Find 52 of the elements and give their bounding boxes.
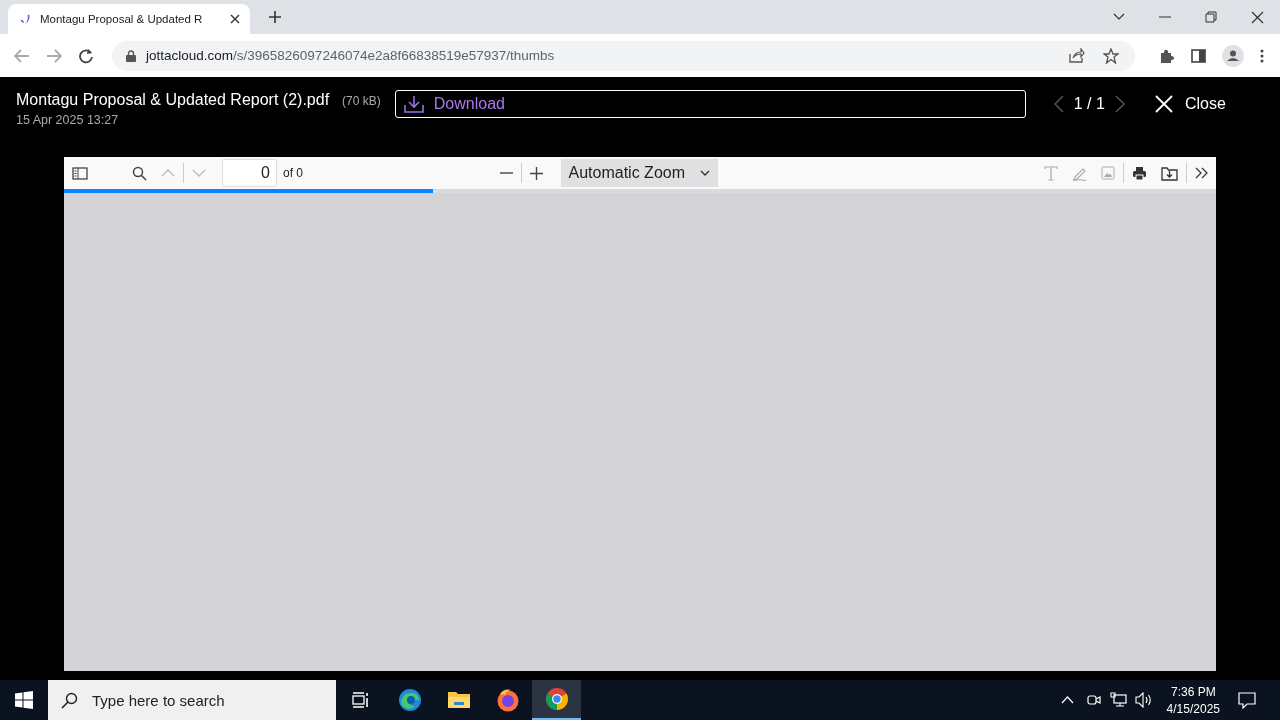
network-icon[interactable]: [1109, 692, 1127, 708]
windows-logo-icon[interactable]: [15, 691, 33, 709]
close-icon[interactable]: [1251, 10, 1264, 24]
close-icon[interactable]: [230, 14, 240, 24]
chrome-icon: [544, 687, 569, 711]
folder-icon: [446, 690, 471, 710]
restore-icon[interactable]: [1205, 11, 1217, 23]
logo-icon: [18, 12, 32, 26]
side-panel-icon[interactable]: [1191, 48, 1206, 63]
camera-icon[interactable]: [1085, 692, 1102, 708]
puzzle-icon[interactable]: [1159, 47, 1175, 64]
notification-icon[interactable]: [1238, 691, 1256, 709]
taskbar-app[interactable]: [532, 680, 581, 720]
double-chevron-icon[interactable]: [1195, 167, 1208, 179]
chevron-down-icon[interactable]: [1113, 13, 1125, 21]
zoom-in-icon[interactable]: [529, 166, 543, 180]
new-tab-icon[interactable]: [268, 10, 282, 24]
tab-title: Montagu Proposal & Updated R: [40, 13, 204, 25]
download-icon: [403, 95, 424, 113]
star-icon[interactable]: [1103, 47, 1119, 64]
file-date: 15 Apr 2025 13:27: [16, 113, 120, 127]
download-button[interactable]: Download: [394, 90, 1026, 118]
edge-browser-icon: [397, 688, 422, 712]
search-icon[interactable]: [132, 165, 147, 181]
file-name: Montagu Proposal & Updated Report (2).pdf: [16, 91, 330, 109]
menu-icon[interactable]: [1260, 48, 1264, 63]
save-icon[interactable]: [1161, 165, 1178, 181]
avatar-icon[interactable]: [1222, 44, 1244, 67]
search-icon: [61, 691, 78, 709]
chevron-down-icon: [699, 170, 710, 176]
share-icon[interactable]: [1069, 48, 1085, 63]
reload-icon[interactable]: [78, 47, 94, 64]
close-icon: [1154, 95, 1173, 113]
chevron-left-icon[interactable]: [1053, 95, 1064, 113]
page-count: of 0: [283, 166, 303, 180]
lock-icon: [126, 49, 136, 62]
browser-tab[interactable]: Montagu Proposal & Updated R: [8, 4, 250, 34]
sidebar-toggle-icon[interactable]: [72, 166, 88, 180]
clock-time: 7:36 PM: [1170, 684, 1216, 699]
printer-icon[interactable]: [1132, 165, 1147, 181]
firefox-icon: [495, 688, 520, 712]
page-counter: 1 / 1: [1073, 95, 1105, 113]
page-number-field[interactable]: 0: [222, 159, 277, 187]
chevron-right-icon[interactable]: [1114, 95, 1125, 113]
task-view-icon: [351, 692, 370, 708]
zoom-dropdown[interactable]: Automatic Zoom: [560, 159, 718, 187]
speaker-icon[interactable]: [1134, 692, 1153, 708]
clock-date: 4/15/2025: [1166, 701, 1220, 716]
close-button[interactable]: Close: [1154, 91, 1226, 117]
file-size: (70 kB): [342, 94, 381, 108]
address-field[interactable]: jottacloud.com/s/3965826097246074e2a8f66838519e57937/thumbs: [112, 40, 1135, 71]
taskbar-search-field[interactable]: Type here to search: [48, 680, 336, 720]
